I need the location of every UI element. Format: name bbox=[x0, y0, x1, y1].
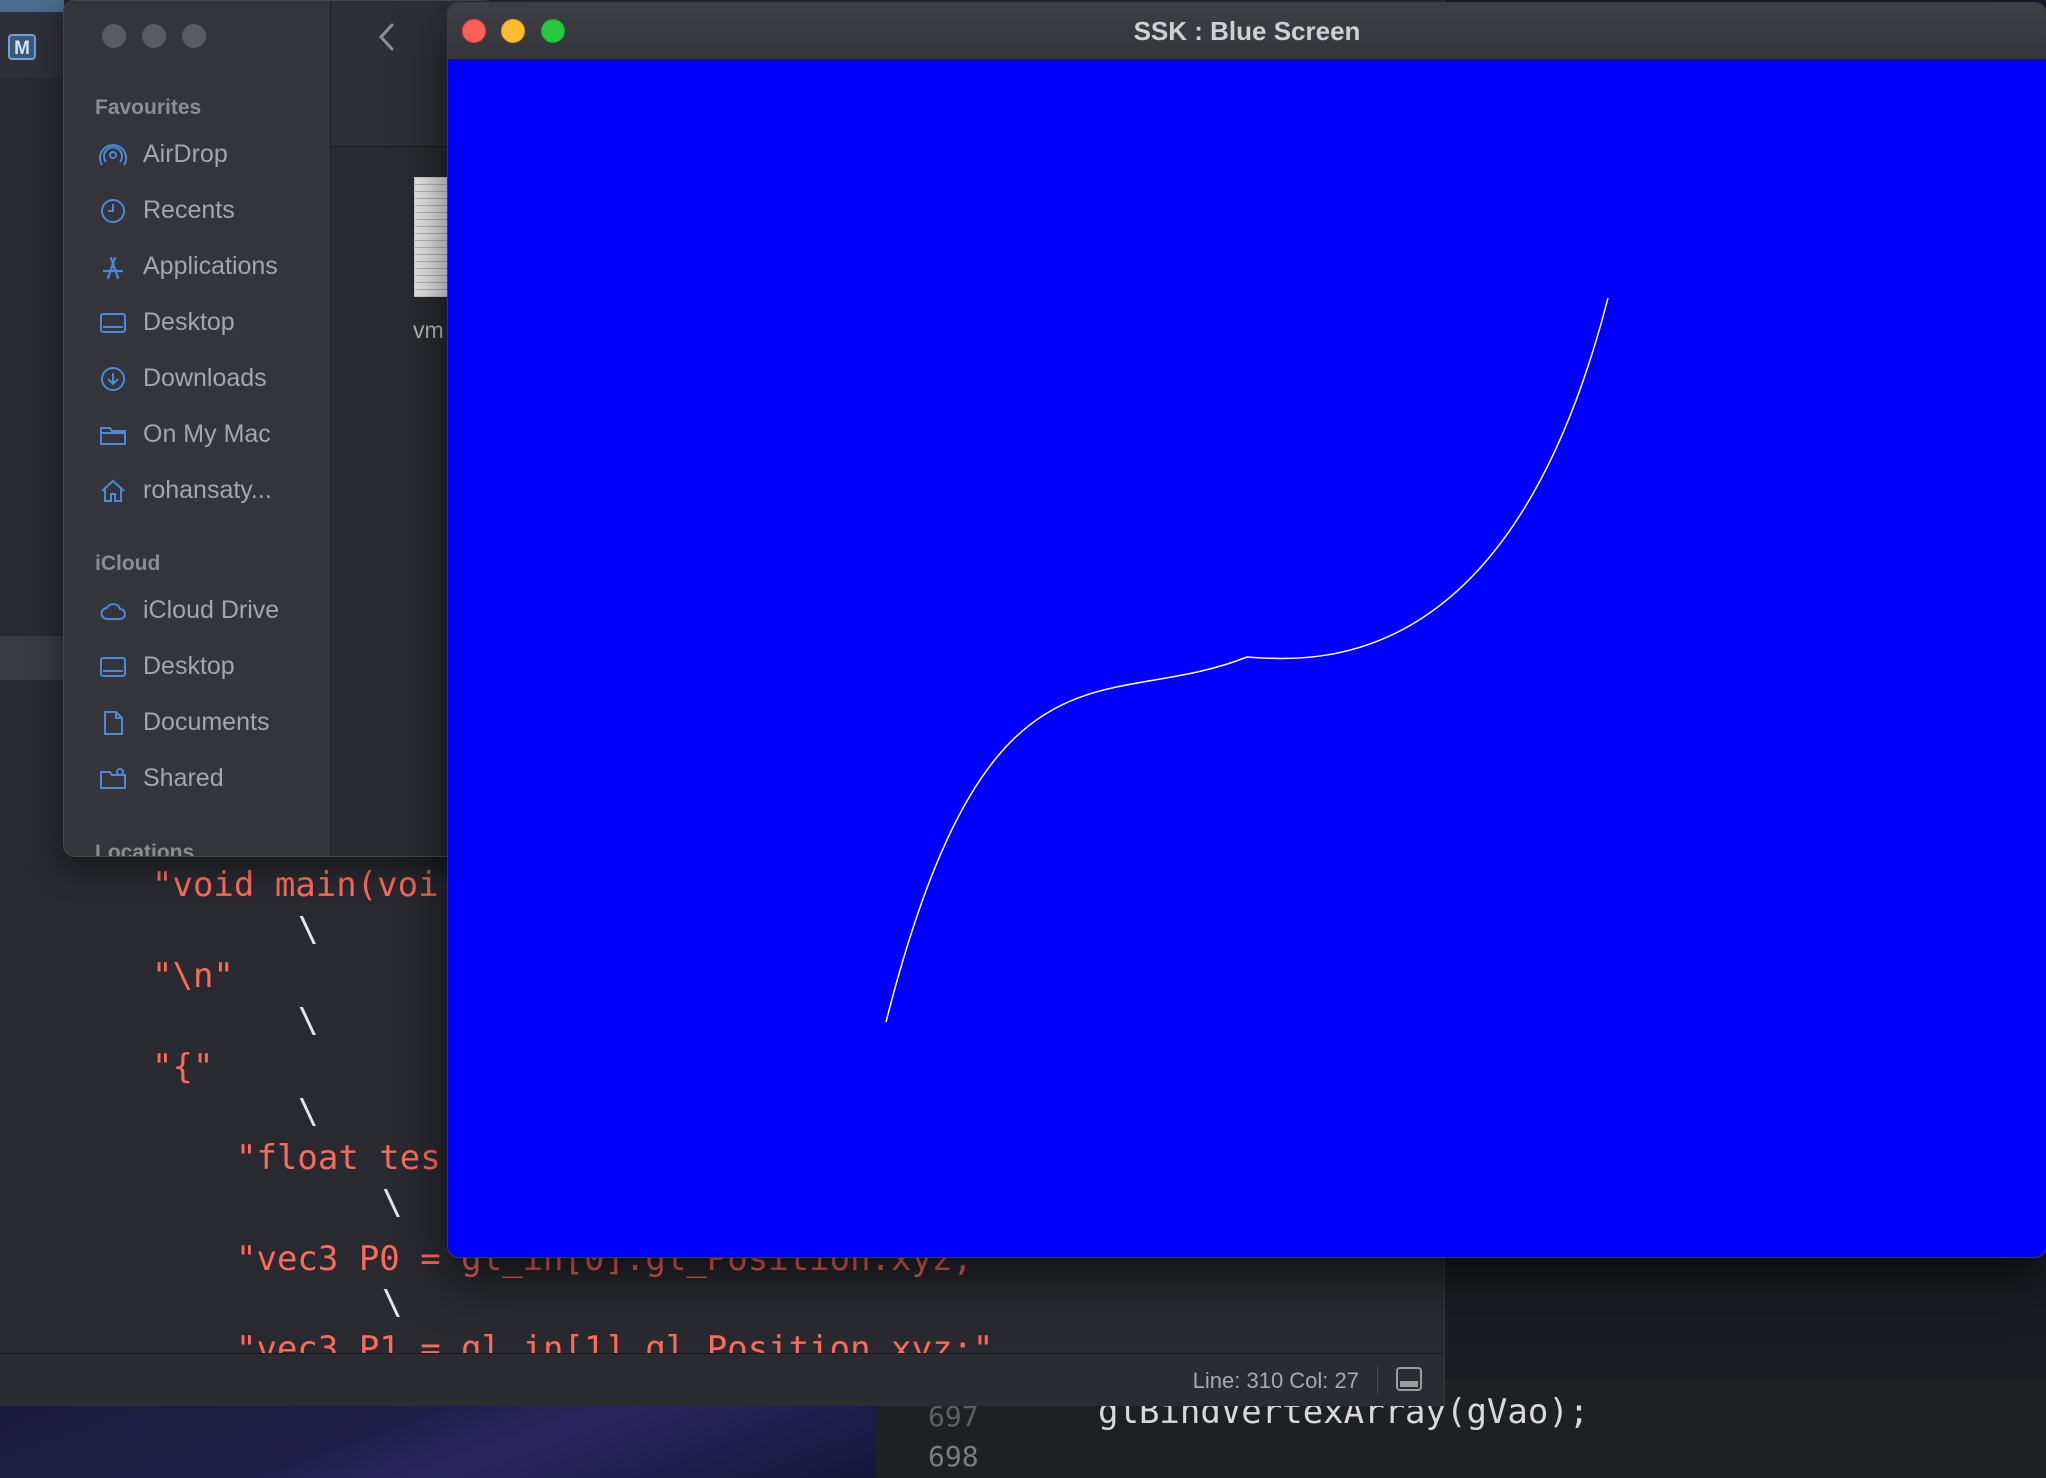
minimize-button[interactable] bbox=[501, 19, 525, 43]
opengl-window: SSK : Blue Screen bbox=[447, 2, 2046, 1258]
render-canvas bbox=[448, 60, 2046, 1257]
home-icon bbox=[101, 479, 125, 502]
sidebar-item-label: Desktop bbox=[143, 308, 235, 336]
code-line[interactable]: "{" bbox=[152, 1047, 213, 1087]
code-line[interactable]: "vec3 P1 = gl_in[1].gl_Position.xyz;" bbox=[236, 1329, 993, 1353]
code-line[interactable]: "float tes bbox=[236, 1138, 441, 1178]
sidebar-item-label: AirDrop bbox=[143, 140, 228, 168]
sidebar-item-label: iCloud Drive bbox=[143, 596, 280, 624]
sidebar-item-on-my-mac[interactable]: On My Mac bbox=[64, 411, 330, 459]
shared-folder-icon bbox=[100, 768, 126, 789]
sidebar-item-shared[interactable]: Shared bbox=[64, 755, 330, 803]
panel-toggle-icon[interactable] bbox=[1396, 1367, 1422, 1391]
airdrop-icon bbox=[99, 144, 127, 166]
sidebar-heading-locations: Locations bbox=[95, 841, 195, 857]
blue-background bbox=[448, 60, 2046, 1257]
sidebar-item-downloads[interactable]: Downloads bbox=[64, 355, 330, 403]
sidebar-item-icloud-drive[interactable]: iCloud Drive bbox=[64, 587, 330, 635]
clock-icon bbox=[101, 199, 125, 223]
cursor-position: Line: 310 Col: 27 bbox=[1192, 1368, 1359, 1393]
chevron-left-icon[interactable] bbox=[372, 19, 402, 55]
desktop-icon bbox=[100, 313, 126, 333]
window-title: SSK : Blue Screen bbox=[1133, 16, 1361, 46]
sidebar-item-desktop[interactable]: Desktop bbox=[64, 299, 330, 347]
finder-window: Favourites AirDrop Recents Applications … bbox=[63, 0, 495, 857]
file-name-label[interactable]: vm bbox=[413, 317, 444, 344]
code-line[interactable]: "\n" bbox=[152, 956, 234, 996]
sidebar-item-label: Recents bbox=[143, 196, 235, 224]
sidebar-item-recents[interactable]: Recents bbox=[64, 187, 330, 235]
editor-status-bar: Line: 310 Col: 27 bbox=[0, 1353, 1444, 1406]
code-line[interactable]: \ bbox=[298, 1001, 318, 1041]
sidebar-item-icloud-desktop[interactable]: Desktop bbox=[64, 643, 330, 691]
code-line[interactable]: \ bbox=[298, 1092, 318, 1132]
cloud-icon bbox=[100, 603, 126, 620]
app-badge-icon[interactable]: M bbox=[8, 34, 36, 60]
zoom-button[interactable] bbox=[541, 19, 565, 43]
sidebar-item-label: Desktop bbox=[143, 652, 235, 680]
window-titlebar[interactable]: SSK : Blue Screen bbox=[448, 3, 2046, 60]
desktop-icon bbox=[100, 657, 126, 677]
close-button-inactive[interactable] bbox=[102, 24, 126, 48]
sidebar-item-label: rohansaty... bbox=[143, 476, 272, 504]
code-line[interactable]: \ bbox=[298, 910, 318, 950]
sidebar-item-airdrop[interactable]: AirDrop bbox=[64, 131, 330, 179]
code-line[interactable]: \ bbox=[382, 1283, 402, 1323]
sidebar-heading-icloud: iCloud bbox=[95, 552, 161, 575]
line-number: 698 bbox=[928, 1440, 979, 1473]
finder-sidebar: Favourites AirDrop Recents Applications … bbox=[64, 1, 331, 856]
sidebar-item-label: Applications bbox=[143, 252, 278, 280]
sidebar-item-applications[interactable]: Applications bbox=[64, 243, 330, 291]
sidebar-item-home[interactable]: rohansaty... bbox=[64, 467, 330, 515]
close-button[interactable] bbox=[462, 19, 486, 43]
sidebar-item-label: Shared bbox=[143, 764, 224, 792]
editor-top-strip bbox=[0, 0, 64, 12]
sidebar-item-label: Downloads bbox=[143, 364, 267, 392]
applications-icon bbox=[102, 256, 124, 280]
sidebar-item-label: On My Mac bbox=[143, 420, 271, 448]
editor-selected-row bbox=[0, 636, 64, 680]
sidebar-item-documents[interactable]: Documents bbox=[64, 699, 330, 747]
sidebar-heading-favourites: Favourites bbox=[95, 96, 202, 119]
zoom-button-inactive[interactable] bbox=[182, 24, 206, 48]
status-divider bbox=[1377, 1366, 1378, 1394]
document-icon bbox=[104, 711, 123, 735]
code-line[interactable]: \ bbox=[382, 1183, 402, 1223]
code-line[interactable]: "void main(voi bbox=[152, 865, 439, 905]
sidebar-item-label: Documents bbox=[143, 708, 270, 736]
folder-icon bbox=[100, 427, 126, 445]
minimize-button-inactive[interactable] bbox=[142, 24, 166, 48]
download-icon bbox=[101, 367, 125, 391]
